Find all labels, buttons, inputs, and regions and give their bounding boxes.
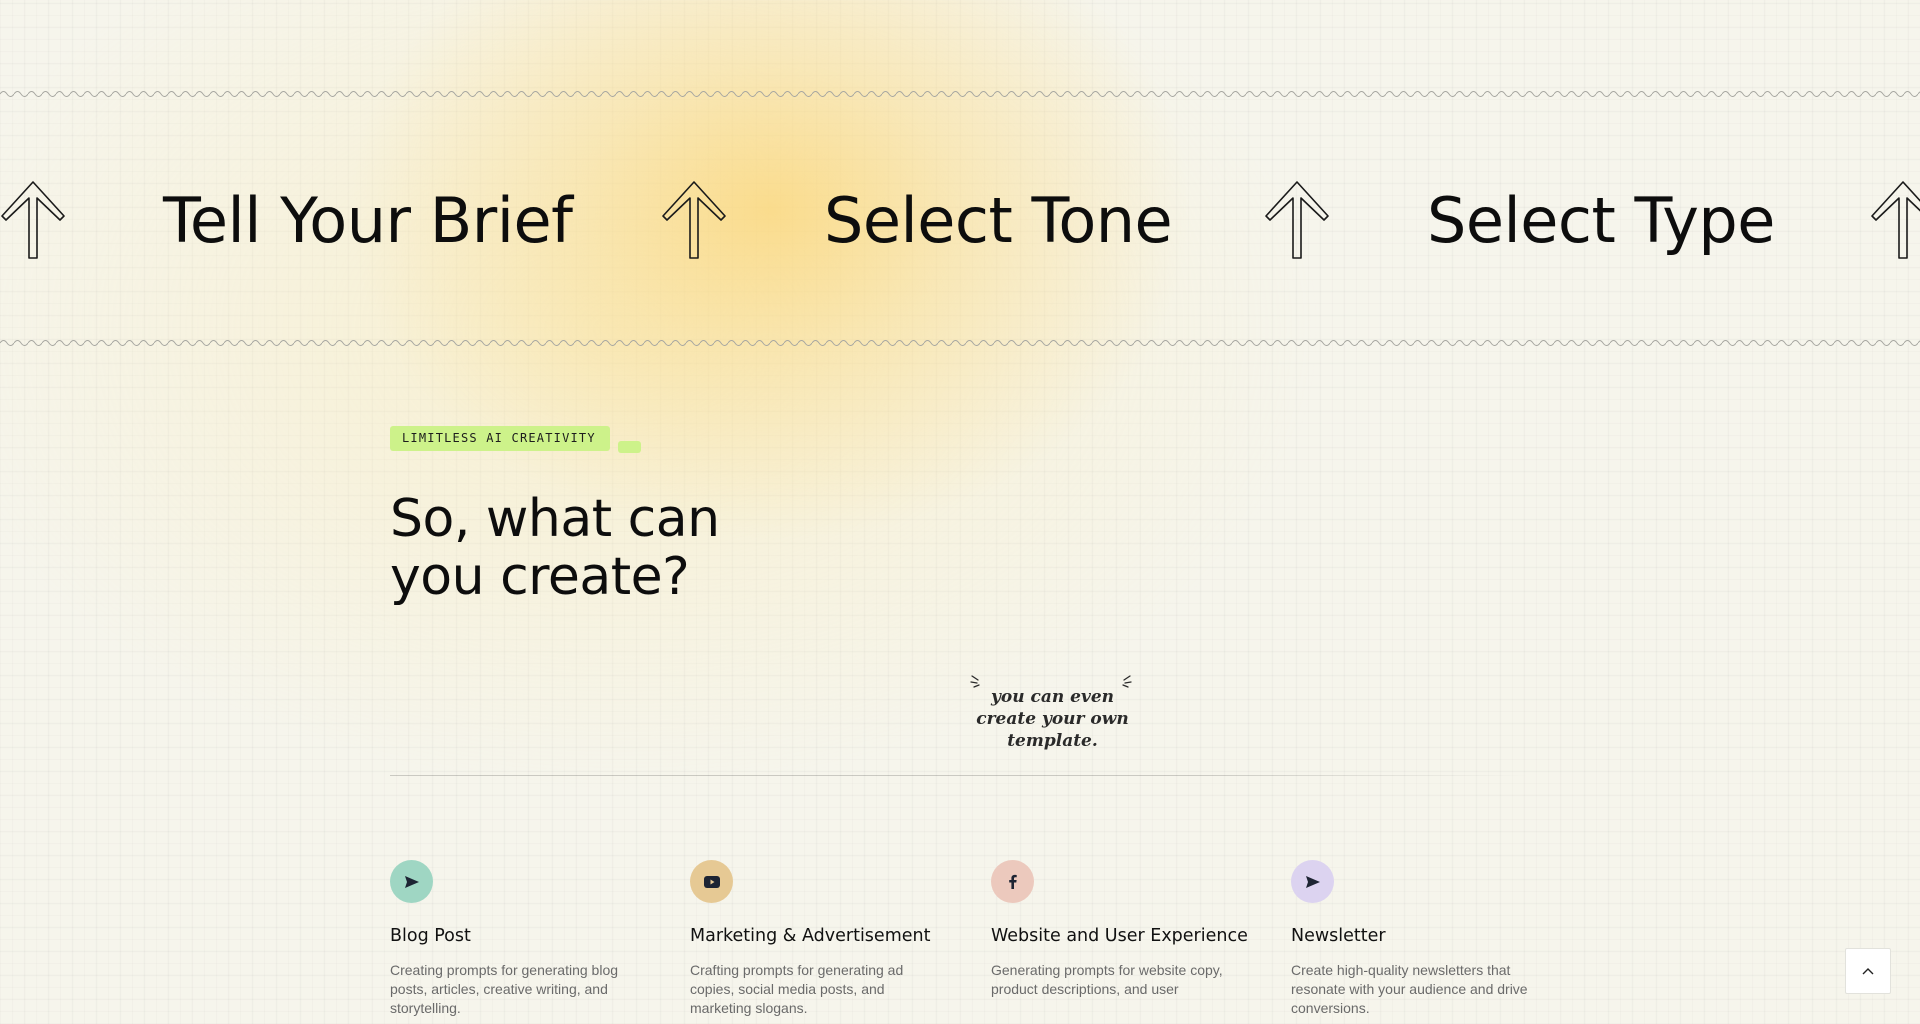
steps-marquee: Tell Your Brief Select Tone Select Type xyxy=(0,150,1920,290)
card-blog-post[interactable]: Blog Post Creating prompts for generatin… xyxy=(390,860,650,1018)
scroll-to-top-button[interactable] xyxy=(1845,948,1891,994)
arrow-up-icon xyxy=(1265,181,1329,259)
card-marketing-advertisement[interactable]: Marketing & Advertisement Crafting promp… xyxy=(690,860,950,1018)
card-description: Creating prompts for generating blog pos… xyxy=(390,962,619,1016)
facebook-icon xyxy=(1009,874,1017,889)
section-title: So, what can you create? xyxy=(390,489,720,607)
send-icon xyxy=(1305,875,1320,888)
section-tag-decoration xyxy=(618,441,641,453)
card-newsletter[interactable]: Newsletter Create high-quality newslette… xyxy=(1291,860,1551,1018)
card-icon-badge xyxy=(690,860,733,903)
marquee-item-select-tone: Select Tone xyxy=(824,184,1173,257)
card-website-user-experience[interactable]: Website and User Experience Generating p… xyxy=(991,860,1251,999)
card-title: Marketing & Advertisement xyxy=(690,926,931,946)
template-note: you can even create your own template. xyxy=(976,687,1129,751)
card-title: Website and User Experience xyxy=(991,926,1248,946)
card-icon-badge xyxy=(390,860,433,903)
marquee-top-border xyxy=(0,88,1920,100)
card-icon-badge xyxy=(991,860,1034,903)
chevron-up-icon xyxy=(1862,968,1874,975)
arrow-up-icon xyxy=(1,181,65,259)
card-icon-badge xyxy=(1291,860,1334,903)
card-title: Newsletter xyxy=(1291,926,1386,946)
card-description: Create high-quality newsletters that res… xyxy=(1291,962,1528,1016)
section-tag: LIMITLESS AI CREATIVITY xyxy=(390,426,610,451)
send-icon xyxy=(404,875,419,888)
marquee-item-tell-your-brief: Tell Your Brief xyxy=(163,184,573,257)
youtube-icon xyxy=(703,875,720,888)
card-title: Blog Post xyxy=(390,926,471,946)
card-description: Crafting prompts for generating ad copie… xyxy=(690,962,904,1016)
card-description: Generating prompts for website copy, pro… xyxy=(991,962,1223,997)
marquee-item-select-type: Select Type xyxy=(1427,184,1775,257)
marquee-bottom-border xyxy=(0,337,1920,349)
arrow-up-icon xyxy=(1871,181,1920,259)
section-divider xyxy=(390,775,1530,776)
arrow-up-icon xyxy=(662,181,726,259)
